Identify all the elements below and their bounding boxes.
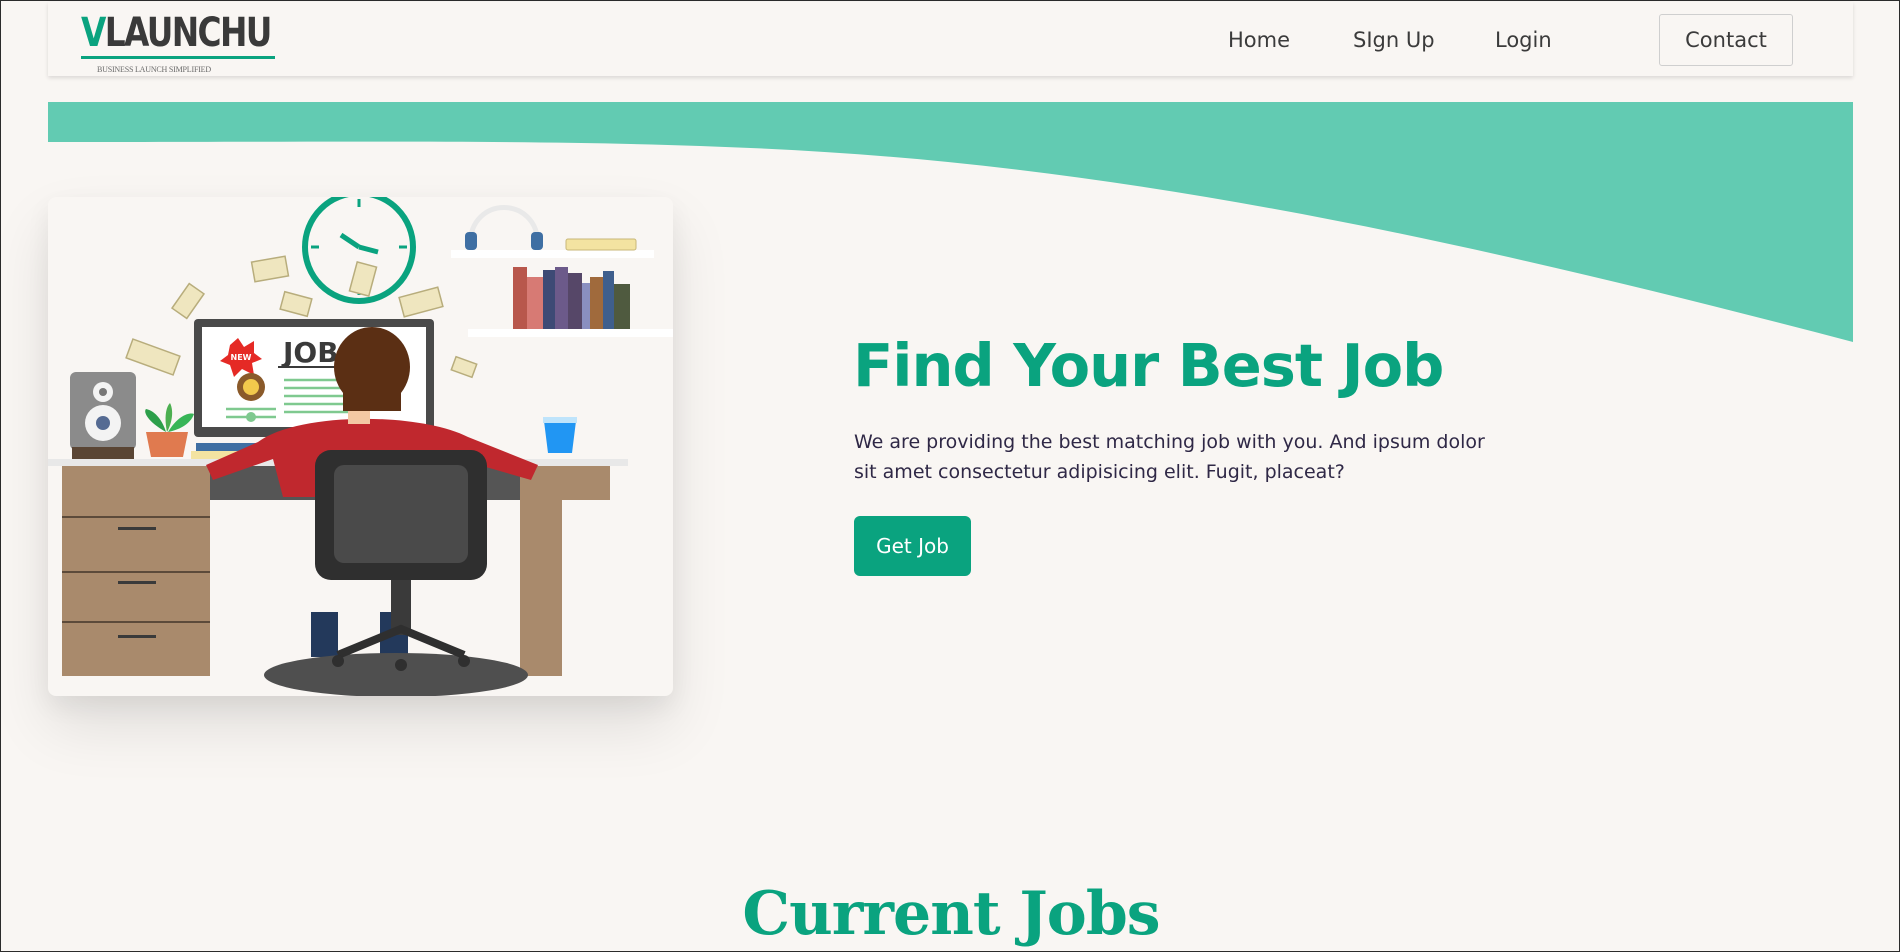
logo-tagline: BUSINESS LAUNCH SIMPLIFIED bbox=[97, 65, 211, 74]
hero-title: Find Your Best Job bbox=[853, 331, 1444, 400]
logo-letters: LAUNCHU bbox=[104, 10, 273, 56]
nav-link-login[interactable]: Login bbox=[1495, 28, 1552, 52]
cup-icon bbox=[544, 421, 576, 453]
new-badge-text: NEW bbox=[231, 353, 252, 362]
book-shelf bbox=[468, 329, 673, 337]
logo-underline bbox=[81, 56, 275, 59]
nav-link-home[interactable]: Home bbox=[1228, 28, 1290, 52]
brand-logo[interactable]: VLAUNCHU BUSINESS LAUNCH SIMPLIFIED bbox=[81, 10, 281, 76]
headphones-icon bbox=[465, 205, 543, 250]
get-job-button[interactable]: Get Job bbox=[854, 516, 971, 576]
potted-plant-icon bbox=[145, 403, 194, 457]
logo-letter-v: V bbox=[81, 10, 106, 56]
nav-link-signup[interactable]: SIgn Up bbox=[1353, 28, 1435, 52]
hero-illustration: NEW JOBS bbox=[48, 197, 673, 696]
top-navbar: VLAUNCHU BUSINESS LAUNCH SIMPLIFIED Home… bbox=[48, 2, 1853, 76]
logo-wordmark: VLAUNCHU bbox=[81, 10, 273, 56]
top-shelf bbox=[451, 250, 654, 258]
hero-description: We are providing the best matching job w… bbox=[854, 431, 1485, 483]
current-jobs-heading: Current Jobs bbox=[742, 879, 1160, 949]
speaker-icon bbox=[70, 372, 136, 459]
contact-button[interactable]: Contact bbox=[1659, 14, 1793, 66]
job-seeker-at-desk-image: NEW JOBS bbox=[48, 197, 673, 696]
books-icon bbox=[513, 267, 630, 329]
